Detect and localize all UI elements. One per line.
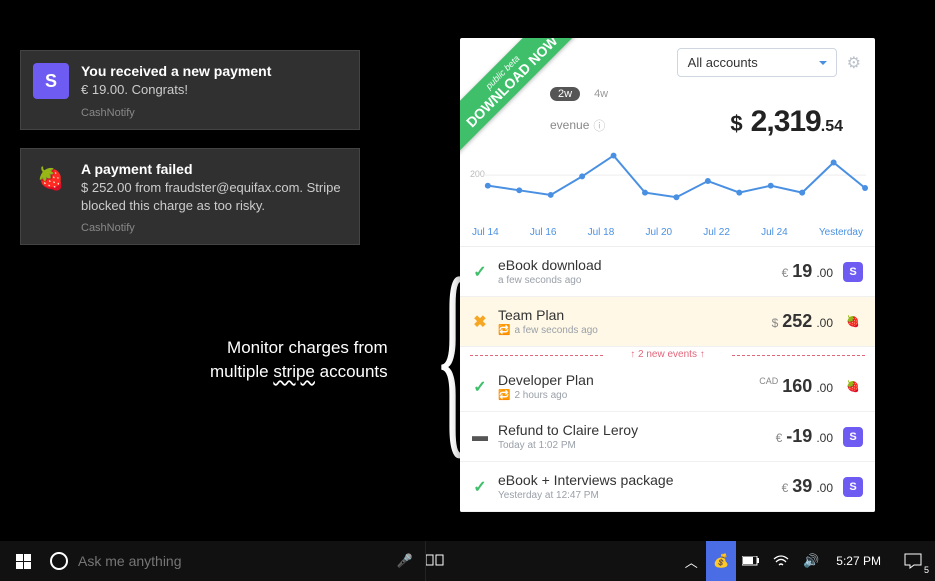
status-icon: ▬ — [472, 428, 488, 446]
toast-notification[interactable]: 🍓 A payment failed $ 252.00 from fraudst… — [20, 148, 360, 245]
notification-source: CashNotify — [81, 107, 345, 119]
transaction-name: eBook download — [498, 257, 772, 273]
strawberry-app-icon: 🍓 — [33, 161, 69, 197]
status-icon: ✓ — [472, 262, 488, 282]
action-center-button[interactable]: 5 — [891, 541, 935, 581]
search-input[interactable] — [78, 553, 387, 569]
notification-body: $ 252.00 from fraudster@equifax.com. Str… — [81, 179, 345, 214]
range-2w[interactable]: 2w — [550, 87, 580, 101]
transaction-amount: CAD160.00 — [759, 376, 833, 397]
new-events-divider: ↑ 2 new events ↑ — [460, 347, 875, 362]
cortana-search[interactable]: 🎤 — [46, 541, 426, 581]
windows-logo-icon — [16, 554, 31, 569]
start-button[interactable] — [0, 541, 46, 581]
account-badge: 🍓 — [843, 377, 863, 397]
chart-xaxis: Jul 14Jul 16Jul 18Jul 20Jul 22Jul 24Yest… — [460, 225, 875, 247]
transaction-meta: 🔁 2 hours ago — [498, 390, 749, 401]
windows-taskbar: 🎤 ︿ 💰 🔊 5:27 PM 5 — [0, 541, 935, 581]
account-badge: S — [843, 262, 863, 282]
action-center-icon — [904, 553, 922, 569]
gear-icon[interactable]: ⚙ — [847, 53, 861, 73]
app-tray-icon[interactable]: 💰 — [706, 541, 736, 581]
notification-body: € 19.00. Congrats! — [81, 81, 345, 99]
transaction-row[interactable]: ▬ Refund to Claire Leroy Today at 1:02 PM €… — [460, 412, 875, 462]
cashnotify-panel: public beta DOWNLOAD NOW All accounts ⚙ … — [460, 38, 875, 512]
account-badge: S — [843, 427, 863, 447]
transaction-amount: $252.00 — [772, 311, 833, 332]
revenue-label: evenue ⓘ — [550, 117, 605, 134]
transaction-row[interactable]: ✓ eBook download a few seconds ago €19.00 S — [460, 247, 875, 297]
notification-title: You received a new payment — [81, 63, 345, 79]
task-view-icon — [426, 553, 444, 567]
status-icon: ✖ — [472, 312, 488, 332]
marketing-caption: Monitor charges from multiple stripe acc… — [210, 336, 388, 384]
transaction-row[interactable]: ✓ Developer Plan 🔁 2 hours ago CAD160.00 🍓 — [460, 362, 875, 412]
transaction-meta: Yesterday at 12:47 PM — [498, 490, 772, 501]
volume-icon[interactable]: 🔊 — [796, 541, 826, 581]
transaction-name: Team Plan — [498, 307, 762, 323]
transaction-meta: a few seconds ago — [498, 275, 772, 286]
transaction-name: Developer Plan — [498, 372, 749, 388]
transaction-name: Refund to Claire Leroy — [498, 422, 766, 438]
notification-title: A payment failed — [81, 161, 345, 177]
cortana-icon — [50, 552, 68, 570]
transaction-amount: €19.00 — [782, 261, 833, 282]
recurring-icon: 🔁 — [498, 390, 510, 401]
notification-source: CashNotify — [81, 222, 345, 234]
transaction-row[interactable]: ✓ eBook + Interviews package Yesterday at … — [460, 462, 875, 512]
svg-text:200: 200 — [470, 169, 485, 179]
transaction-amount: €39.00 — [782, 476, 833, 497]
transaction-meta: 🔁 a few seconds ago — [498, 325, 762, 336]
toast-notification[interactable]: S You received a new payment € 19.00. Co… — [20, 50, 360, 130]
transaction-meta: Today at 1:02 PM — [498, 440, 766, 451]
status-icon: ✓ — [472, 477, 488, 497]
revenue-chart: 200 — [460, 147, 875, 225]
currency-symbol: $ — [730, 111, 742, 137]
info-icon[interactable]: ⓘ — [593, 117, 605, 134]
taskbar-clock[interactable]: 5:27 PM — [826, 554, 891, 568]
wifi-icon[interactable] — [766, 541, 796, 581]
account-badge: 🍓 — [843, 312, 863, 332]
stripe-app-icon: S — [33, 63, 69, 99]
recurring-icon: 🔁 — [498, 325, 510, 336]
transaction-amount: €-19.00 — [776, 426, 833, 447]
revenue-cents: .54 — [821, 118, 843, 136]
battery-icon[interactable] — [736, 541, 766, 581]
task-view-button[interactable] — [426, 553, 470, 570]
account-selector[interactable]: All accounts — [677, 48, 837, 77]
range-4w[interactable]: 4w — [586, 87, 616, 101]
microphone-icon[interactable]: 🎤 — [397, 553, 413, 569]
revenue-amount: 2,319 — [751, 105, 821, 139]
transaction-row[interactable]: ✖ Team Plan 🔁 a few seconds ago $252.00 🍓 — [460, 297, 875, 347]
tray-chevron-icon[interactable]: ︿ — [676, 541, 706, 581]
account-badge: S — [843, 477, 863, 497]
status-icon: ✓ — [472, 377, 488, 397]
transaction-name: eBook + Interviews package — [498, 472, 772, 488]
